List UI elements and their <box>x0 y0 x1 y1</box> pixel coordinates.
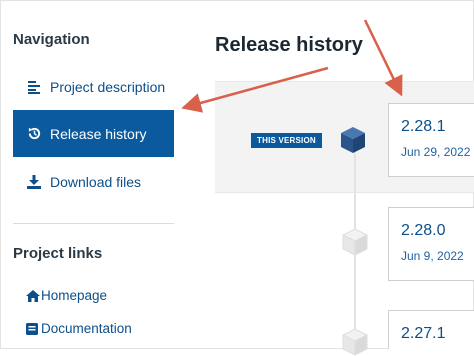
release-date: Jun 29, 2022 <box>401 145 471 159</box>
book-icon <box>26 322 40 336</box>
link-homepage[interactable]: Homepage <box>26 288 107 303</box>
release-card[interactable]: 2.28.1 Jun 29, 2022 <box>388 103 474 177</box>
release-card[interactable]: 2.27.1 <box>388 310 474 349</box>
nav-heading: Navigation <box>13 31 90 48</box>
release-date: Jun 9, 2022 <box>401 249 464 263</box>
release-card[interactable]: 2.28.0 Jun 9, 2022 <box>388 207 474 281</box>
cube-icon <box>342 328 368 356</box>
project-links-heading: Project links <box>13 245 103 262</box>
sidebar-divider <box>13 223 174 224</box>
link-label: Documentation <box>41 321 132 336</box>
sidebar-item-release-history[interactable]: Release history <box>13 110 174 157</box>
link-label: Homepage <box>41 288 108 303</box>
release-version: 2.28.0 <box>401 222 446 239</box>
download-icon <box>26 174 42 190</box>
annotation-title: Release history <box>215 34 363 56</box>
home-icon <box>26 289 40 303</box>
this-version-badge: THIS VERSION <box>251 133 322 148</box>
release-version: 2.28.1 <box>401 118 446 135</box>
cube-icon <box>342 228 368 256</box>
release-version: 2.27.1 <box>401 325 446 342</box>
sidebar-item-download-files[interactable]: Download files <box>13 158 174 205</box>
cube-icon <box>341 127 365 153</box>
history-icon <box>26 126 42 142</box>
link-documentation[interactable]: Documentation <box>26 321 132 336</box>
sidebar-item-label: Download files <box>50 173 142 190</box>
sidebar-item-label: Release history <box>50 125 147 142</box>
align-left-icon <box>26 79 42 95</box>
sidebar-item-label: Project description <box>50 78 166 95</box>
sidebar-item-project-description[interactable]: Project description <box>13 63 174 110</box>
